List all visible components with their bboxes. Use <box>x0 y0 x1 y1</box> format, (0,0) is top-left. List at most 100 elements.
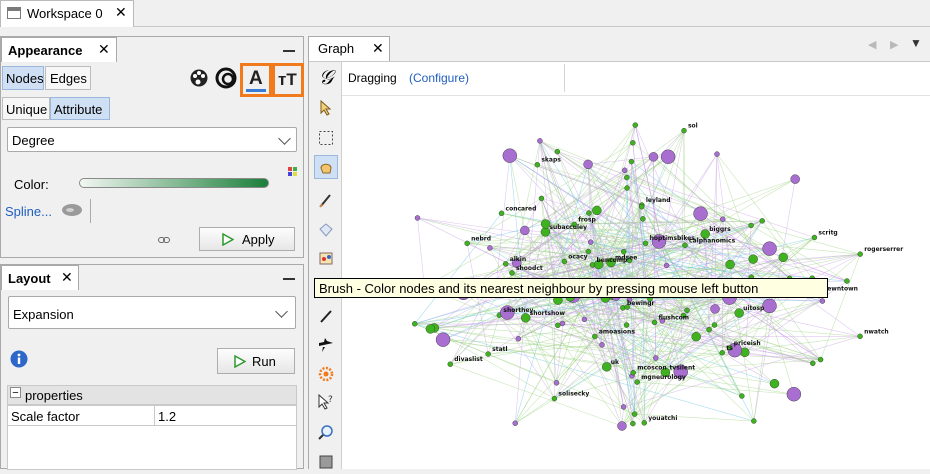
graph-node[interactable] <box>812 235 817 240</box>
graph-node[interactable] <box>629 159 634 164</box>
property-value[interactable]: 1.2 <box>158 409 176 424</box>
graph-node[interactable] <box>465 241 470 246</box>
property-row[interactable]: Scale factor 1.2 <box>7 405 297 426</box>
graph-node[interactable] <box>707 327 712 332</box>
graph-node[interactable] <box>751 419 756 424</box>
graph-node[interactable] <box>487 245 492 250</box>
graph-node[interactable] <box>858 334 863 339</box>
label-size-button[interactable]: тT <box>272 63 304 97</box>
graph-node[interactable] <box>810 361 815 366</box>
graph-node[interactable] <box>760 218 765 223</box>
graph-node[interactable] <box>624 175 629 180</box>
scroll-left-icon[interactable]: ◀ <box>868 38 876 51</box>
diamond-tool-icon[interactable] <box>314 218 338 242</box>
graph-node[interactable] <box>622 168 627 173</box>
graph-node[interactable] <box>513 421 518 426</box>
spline-link[interactable]: Spline... <box>5 204 52 219</box>
graph-node[interactable] <box>539 196 544 201</box>
graph-node[interactable] <box>426 324 435 333</box>
workspace-tab[interactable]: Workspace 0 ✕ <box>0 0 134 27</box>
graph-node[interactable] <box>858 252 863 257</box>
graph-node[interactable] <box>681 128 686 133</box>
graph-node[interactable] <box>520 226 529 235</box>
graph-node[interactable] <box>415 215 420 220</box>
graph-node[interactable] <box>535 162 540 167</box>
graph-node[interactable] <box>436 333 450 347</box>
graph-node[interactable] <box>844 279 849 284</box>
layout-algorithm-select[interactable]: Expansion <box>8 296 296 329</box>
graph-node[interactable] <box>635 380 640 385</box>
tab-edges[interactable]: Edges <box>45 66 91 90</box>
info-icon[interactable] <box>10 350 28 368</box>
graph-node[interactable] <box>588 240 593 245</box>
graph-node[interactable] <box>653 355 658 360</box>
palette-grid-icon[interactable] <box>288 165 298 175</box>
graph-node[interactable] <box>692 332 701 341</box>
graph-node[interactable] <box>586 211 591 216</box>
graph-node[interactable] <box>412 321 417 326</box>
painter-tool-icon[interactable] <box>314 188 338 212</box>
graph-node[interactable] <box>779 253 788 262</box>
pencil-tool-icon[interactable] <box>314 304 338 328</box>
graph-node[interactable] <box>624 322 629 327</box>
layout-close-icon[interactable]: ✕ <box>61 269 73 286</box>
graph-node[interactable] <box>720 217 725 222</box>
graph-node[interactable] <box>582 317 587 322</box>
graph-node[interactable] <box>714 152 719 157</box>
graph-node[interactable] <box>711 304 720 313</box>
graph-node[interactable] <box>509 270 514 275</box>
graph-node[interactable] <box>621 249 626 254</box>
subtab-unique[interactable]: Unique <box>2 97 50 120</box>
graph-node[interactable] <box>791 175 800 184</box>
graph-node[interactable] <box>661 150 675 164</box>
configure-link[interactable]: (Configure) <box>409 71 469 85</box>
graph-node[interactable] <box>664 263 669 268</box>
shortest-path-tool-icon[interactable] <box>314 333 338 357</box>
appearance-close-icon[interactable]: ✕ <box>98 41 110 58</box>
graph-node[interactable] <box>584 160 593 169</box>
rect-select-tool-icon[interactable] <box>314 126 338 150</box>
scroll-right-icon[interactable]: ▶ <box>890 38 898 51</box>
graph-node[interactable] <box>621 404 626 409</box>
graph-node[interactable] <box>694 207 708 221</box>
graph-node[interactable] <box>633 123 638 128</box>
link-icon[interactable] <box>158 233 170 242</box>
graph-node[interactable] <box>726 260 735 269</box>
graph-node[interactable] <box>685 308 690 313</box>
appearance-tab[interactable]: Appearance ✕ <box>1 37 117 62</box>
graph-node[interactable] <box>516 336 521 341</box>
properties-header[interactable]: − properties <box>7 385 297 405</box>
graph-node[interactable] <box>763 299 777 313</box>
stop-tool-icon[interactable] <box>314 450 338 474</box>
run-button[interactable]: Run <box>217 348 295 374</box>
graph-node[interactable] <box>552 396 557 401</box>
graph-node[interactable] <box>749 255 758 264</box>
graph-node[interactable] <box>649 152 658 161</box>
graph-node[interactable] <box>642 420 647 425</box>
graph-node[interactable] <box>448 362 453 367</box>
collapse-icon[interactable]: − <box>10 387 21 398</box>
graph-node[interactable] <box>503 149 517 163</box>
graph-node[interactable] <box>787 387 801 401</box>
graph-node[interactable] <box>617 421 626 430</box>
color-gradient-bar[interactable] <box>79 178 269 188</box>
graph-node[interactable] <box>683 243 688 248</box>
graph-node[interactable] <box>592 206 601 215</box>
palette-icon[interactable] <box>189 68 209 88</box>
workspace-tab-close-icon[interactable]: ✕ <box>115 4 127 21</box>
heatmap-tool-icon[interactable] <box>314 362 338 386</box>
layout-minimize-icon[interactable] <box>283 278 295 280</box>
attribute-select[interactable]: Degree <box>7 127 297 152</box>
apply-button[interactable]: Apply <box>199 227 295 251</box>
tabs-dropdown-icon[interactable]: ▼ <box>910 36 922 50</box>
graph-node[interactable] <box>632 412 637 417</box>
graph-node[interactable] <box>503 261 508 266</box>
graph-node[interactable] <box>820 299 825 304</box>
graph-node[interactable] <box>818 357 823 362</box>
edit-tool-icon[interactable]: ? <box>314 390 338 414</box>
graph-node[interactable] <box>652 320 657 325</box>
brush-tool-icon[interactable] <box>314 246 338 270</box>
graph-tab-close-icon[interactable]: ✕ <box>372 40 384 57</box>
graph-tab[interactable]: Graph ✕ <box>308 36 390 61</box>
pointer-tool-icon[interactable] <box>314 96 338 120</box>
